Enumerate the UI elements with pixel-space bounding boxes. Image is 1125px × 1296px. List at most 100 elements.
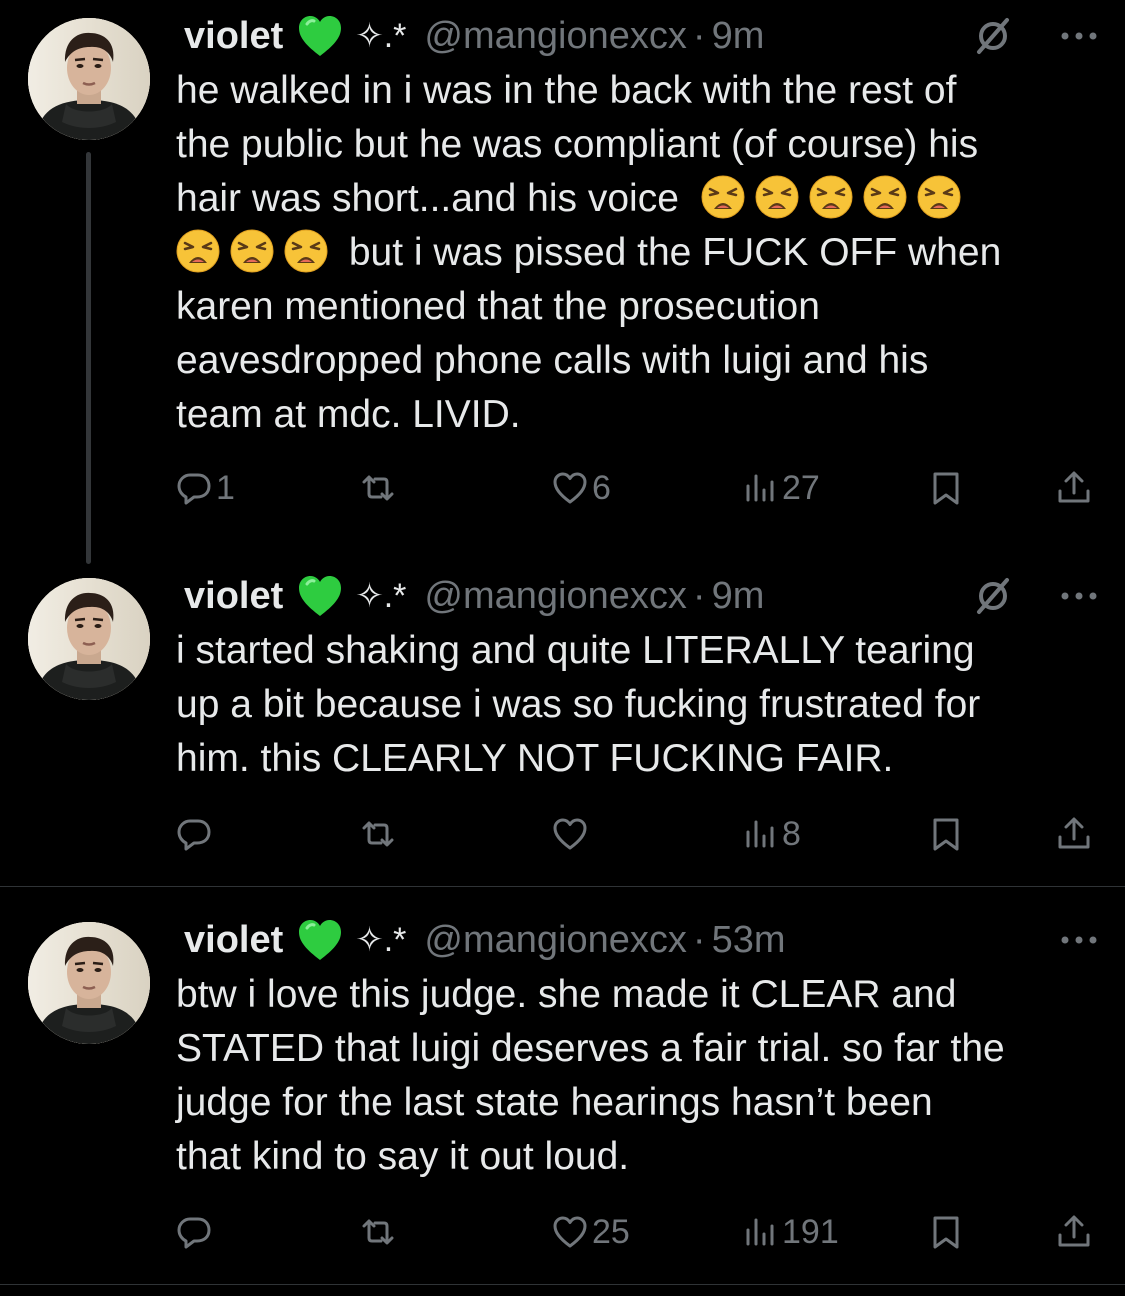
view-count: 8 bbox=[782, 814, 801, 853]
share-icon bbox=[1056, 816, 1092, 852]
weary-face-icon bbox=[284, 229, 328, 273]
text-line: btw i love this judge. she made it CLEAR… bbox=[176, 973, 957, 1016]
retweet-button[interactable] bbox=[360, 1210, 396, 1254]
green-heart-icon bbox=[297, 14, 343, 58]
action-bar: 8 bbox=[176, 812, 1096, 856]
avatar[interactable] bbox=[28, 18, 150, 140]
like-button[interactable]: 6 bbox=[552, 466, 611, 510]
more-options-icon[interactable] bbox=[1053, 574, 1105, 618]
views-icon bbox=[742, 1214, 778, 1250]
view-count: 27 bbox=[782, 468, 820, 507]
text-line: karen mentioned that the prosecution bbox=[176, 285, 820, 328]
weary-face-icon bbox=[809, 175, 853, 219]
text-line: the public but he was compliant (of cour… bbox=[176, 123, 979, 166]
share-icon bbox=[1056, 1214, 1092, 1250]
share-button[interactable] bbox=[1056, 466, 1092, 510]
name-sparkle: ✧.* bbox=[355, 17, 407, 55]
timestamp[interactable]: 9m bbox=[712, 574, 765, 618]
views-button[interactable]: 27 bbox=[742, 466, 820, 510]
tweet-header: violet ✧.* @mangionexcx · 9m bbox=[178, 14, 1105, 58]
reply-count: 1 bbox=[216, 468, 235, 507]
separator-dot: · bbox=[692, 575, 706, 617]
green-heart-icon bbox=[297, 918, 343, 962]
name-sparkle: ✧.* bbox=[355, 921, 407, 959]
more-options-icon[interactable] bbox=[1053, 14, 1105, 58]
retweet-icon bbox=[360, 816, 396, 852]
reply-button[interactable] bbox=[176, 812, 212, 856]
views-button[interactable]: 191 bbox=[742, 1210, 839, 1254]
display-name[interactable]: violet bbox=[184, 918, 283, 962]
share-icon bbox=[1056, 470, 1092, 506]
bookmark-button[interactable] bbox=[928, 812, 964, 856]
tweet-divider bbox=[0, 886, 1125, 887]
like-icon bbox=[552, 816, 588, 852]
views-button[interactable]: 8 bbox=[742, 812, 801, 856]
tweet-2[interactable]: violet ✧.* @mangionexcx · 9m i started s… bbox=[0, 560, 1125, 886]
text-line: up a bit because i was so fucking frustr… bbox=[176, 683, 981, 726]
like-count: 6 bbox=[592, 468, 611, 507]
text-line: hair was short...and his voice bbox=[176, 172, 1106, 226]
text-line: judge for the last state hearings hasn’t… bbox=[176, 1081, 933, 1124]
timestamp[interactable]: 9m bbox=[712, 14, 765, 58]
thread-line bbox=[86, 152, 91, 564]
grok-icon[interactable] bbox=[973, 576, 1013, 616]
like-button[interactable]: 25 bbox=[552, 1210, 630, 1254]
bookmark-icon bbox=[928, 1214, 964, 1250]
tweet-divider bbox=[0, 1284, 1125, 1285]
view-count: 191 bbox=[782, 1212, 839, 1251]
weary-face-icon bbox=[176, 229, 220, 273]
handle[interactable]: @mangionexcx bbox=[424, 574, 686, 618]
text-line: eavesdropped phone calls with luigi and … bbox=[176, 339, 929, 382]
bookmark-button[interactable] bbox=[928, 466, 964, 510]
like-icon bbox=[552, 470, 588, 506]
tweet-3[interactable]: violet ✧.* @mangionexcx · 53m btw i love… bbox=[0, 904, 1125, 1284]
bookmark-icon bbox=[928, 816, 964, 852]
text-line: but i was pissed the FUCK OFF when bbox=[176, 226, 1106, 280]
tweet-text: i started shaking and quite LITERALLY te… bbox=[176, 624, 1106, 786]
text-line: team at mdc. LIVID. bbox=[176, 393, 521, 436]
timestamp[interactable]: 53m bbox=[712, 918, 786, 962]
retweet-icon bbox=[360, 1214, 396, 1250]
share-button[interactable] bbox=[1056, 812, 1092, 856]
share-button[interactable] bbox=[1056, 1210, 1092, 1254]
tweet-header: violet ✧.* @mangionexcx · 9m bbox=[178, 574, 1105, 618]
weary-face-icon bbox=[917, 175, 961, 219]
reply-button[interactable]: 1 bbox=[176, 466, 235, 510]
tweet-1[interactable]: violet ✧.* @mangionexcx · 9m he walked i… bbox=[0, 0, 1125, 564]
reply-icon bbox=[176, 470, 212, 506]
reply-icon bbox=[176, 816, 212, 852]
retweet-button[interactable] bbox=[360, 466, 396, 510]
handle[interactable]: @mangionexcx bbox=[424, 918, 686, 962]
tweet-text: btw i love this judge. she made it CLEAR… bbox=[176, 968, 1106, 1184]
text-line: he walked in i was in the back with the … bbox=[176, 69, 957, 112]
weary-face-icon bbox=[230, 229, 274, 273]
text-line: STATED that luigi deserves a fair trial.… bbox=[176, 1027, 1005, 1070]
avatar[interactable] bbox=[28, 922, 150, 1044]
bookmark-icon bbox=[928, 470, 964, 506]
text-line: that kind to say it out loud. bbox=[176, 1135, 630, 1178]
bookmark-button[interactable] bbox=[928, 1210, 964, 1254]
handle[interactable]: @mangionexcx bbox=[424, 14, 686, 58]
text-segment: but i was pissed the FUCK OFF when bbox=[348, 231, 1002, 274]
retweet-button[interactable] bbox=[360, 812, 396, 856]
reply-button[interactable] bbox=[176, 1210, 212, 1254]
separator-dot: · bbox=[692, 15, 706, 57]
grok-icon[interactable] bbox=[973, 16, 1013, 56]
tweet-header: violet ✧.* @mangionexcx · 53m bbox=[178, 918, 1105, 962]
weary-face-icon bbox=[863, 175, 907, 219]
reply-icon bbox=[176, 1214, 212, 1250]
display-name[interactable]: violet bbox=[184, 574, 283, 618]
views-icon bbox=[742, 816, 778, 852]
more-options-icon[interactable] bbox=[1053, 918, 1105, 962]
display-name[interactable]: violet bbox=[184, 14, 283, 58]
text-line: him. this CLEARLY NOT FUCKING FAIR. bbox=[176, 737, 894, 780]
name-sparkle: ✧.* bbox=[355, 577, 407, 615]
weary-face-icon bbox=[755, 175, 799, 219]
text-line: i started shaking and quite LITERALLY te… bbox=[176, 629, 975, 672]
tweet-text: he walked in i was in the back with the … bbox=[176, 64, 1106, 442]
text-segment: hair was short...and his voice bbox=[176, 177, 679, 220]
weary-face-icon bbox=[701, 175, 745, 219]
avatar[interactable] bbox=[28, 578, 150, 700]
like-icon bbox=[552, 1214, 588, 1250]
like-button[interactable] bbox=[552, 812, 588, 856]
